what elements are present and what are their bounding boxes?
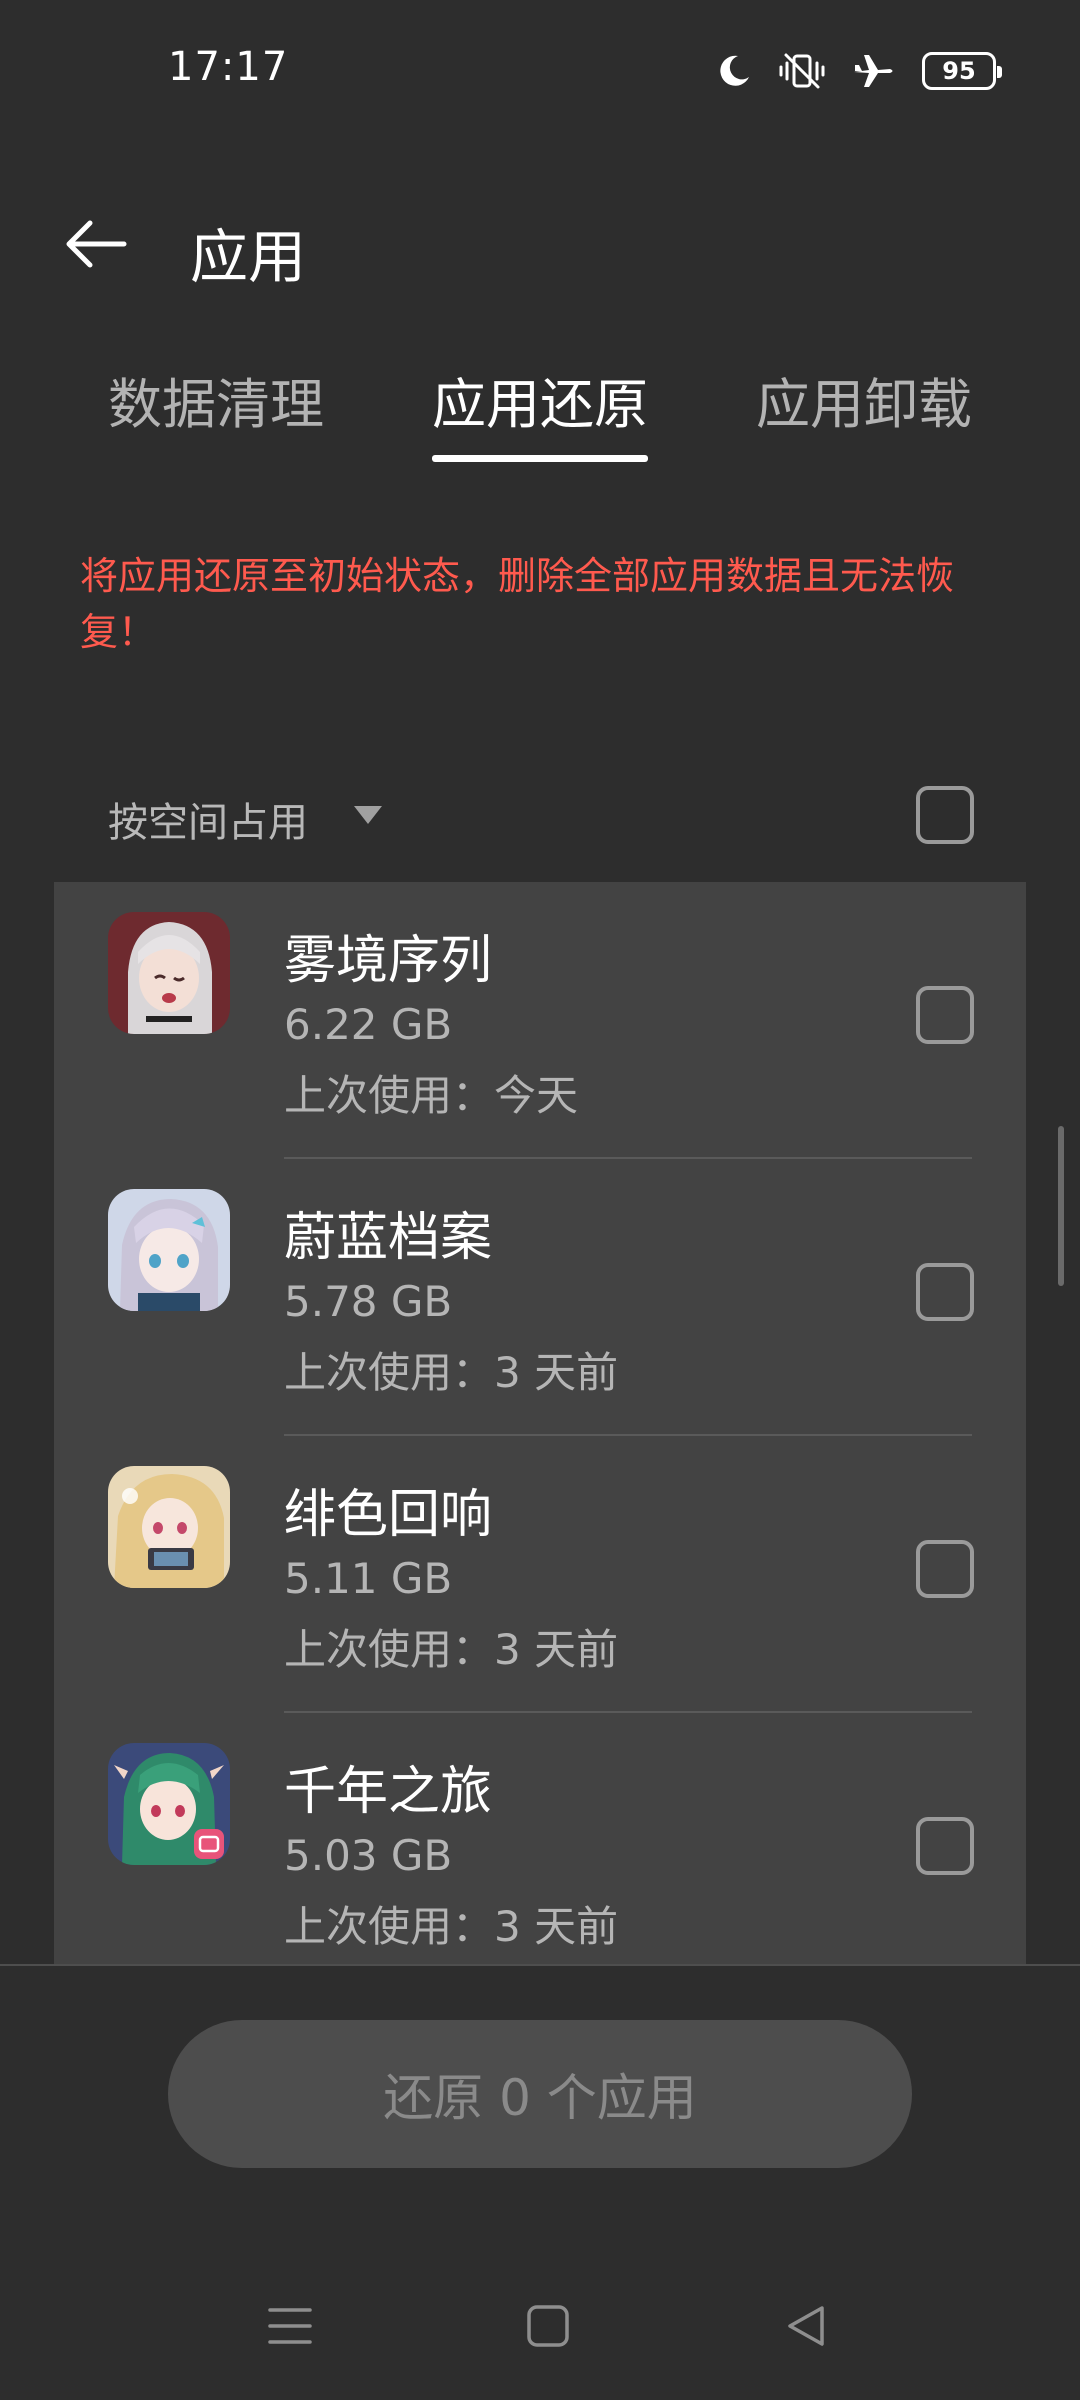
app-icon [108, 1743, 230, 1865]
restore-button[interactable]: 还原 0 个应用 [168, 2020, 912, 2168]
app-name: 绯色回响 [284, 1485, 493, 1545]
app-last-used: 上次使用：3 天前 [284, 1348, 619, 1397]
select-all-checkbox[interactable] [916, 786, 974, 844]
app-checkbox[interactable] [916, 1817, 974, 1875]
app-icon [108, 912, 230, 1034]
app-checkbox[interactable] [916, 1263, 974, 1321]
battery-icon: 95 [922, 52, 1002, 90]
app-icon [108, 1466, 230, 1588]
app-last-used: 上次使用：3 天前 [284, 1625, 619, 1674]
status-time: 17:17 [168, 44, 289, 90]
app-name: 蔚蓝档案 [284, 1208, 493, 1268]
app-size: 5.11 GB [284, 1554, 453, 1603]
app-checkbox[interactable] [916, 1540, 974, 1598]
battery-level: 95 [942, 57, 976, 85]
home-icon [527, 2305, 569, 2347]
nav-menu-button[interactable] [240, 2288, 340, 2364]
app-name: 雾境序列 [284, 931, 493, 991]
sort-row: 按空间占用 [0, 770, 1080, 860]
back-button[interactable] [56, 208, 136, 280]
tab-data-cleanup[interactable]: 数据清理 [108, 360, 324, 470]
list-item[interactable]: 雾境序列 6.22 GB 上次使用：今天 [54, 882, 1026, 1159]
status-bar: 17:17 95 [0, 0, 1080, 140]
moon-icon [716, 53, 752, 89]
status-icons: 95 [716, 48, 1002, 94]
list-item[interactable]: 千年之旅 5.03 GB 上次使用：3 天前 [54, 1713, 1026, 1964]
tab-bar: 数据清理 应用还原 应用卸载 [0, 360, 1080, 470]
nav-home-button[interactable] [498, 2288, 598, 2364]
app-last-used: 上次使用：3 天前 [284, 1902, 619, 1951]
airplane-icon [852, 51, 896, 91]
menu-icon [268, 2308, 312, 2344]
app-restore-screen: 17:17 95 应用 数据清理 应用还原 应用卸载 将应用还原至初始状态，删除… [0, 0, 1080, 2400]
app-size: 5.03 GB [284, 1831, 453, 1880]
page-title: 应用 [190, 223, 307, 291]
vibrate-off-icon [778, 51, 826, 91]
list-item[interactable]: 蔚蓝档案 5.78 GB 上次使用：3 天前 [54, 1159, 1026, 1436]
app-name: 千年之旅 [284, 1762, 493, 1822]
nav-back-button[interactable] [756, 2288, 856, 2364]
warning-text: 将应用还原至初始状态，删除全部应用数据且无法恢复！ [80, 554, 955, 654]
list-item[interactable]: 绯色回响 5.11 GB 上次使用：3 天前 [54, 1436, 1026, 1713]
tab-app-uninstall[interactable]: 应用卸载 [756, 360, 972, 470]
bottom-divider [0, 1964, 1080, 1966]
app-size: 5.78 GB [284, 1277, 453, 1326]
app-size: 6.22 GB [284, 1000, 453, 1049]
back-triangle-icon [788, 2306, 824, 2346]
app-list: 雾境序列 6.22 GB 上次使用：今天 蔚蓝档案 5.78 GB 上次使用：3… [54, 882, 1026, 1964]
app-last-used: 上次使用：今天 [284, 1071, 579, 1120]
dropdown-arrow-icon[interactable] [354, 806, 382, 824]
back-arrow-icon [66, 220, 127, 268]
restore-button-label: 还原 0 个应用 [383, 2069, 697, 2127]
sort-dropdown[interactable]: 按空间占用 [108, 790, 308, 848]
scrollbar[interactable] [1058, 1126, 1064, 1286]
active-tab-indicator [432, 455, 648, 462]
app-checkbox[interactable] [916, 986, 974, 1044]
tab-app-restore[interactable]: 应用还原 [432, 360, 648, 470]
app-icon [108, 1189, 230, 1311]
